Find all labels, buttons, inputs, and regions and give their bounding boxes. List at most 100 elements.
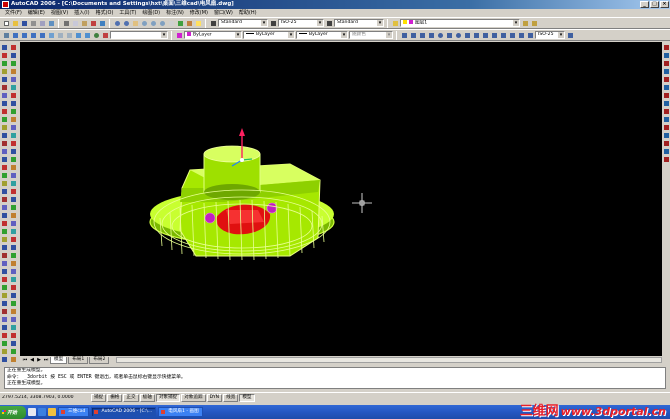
slice-icon[interactable] <box>0 259 8 266</box>
command-line-window[interactable]: 正在重生成模型。 命令： _3dorbit 按 ESC 或 ENTER 键退出，… <box>4 367 666 389</box>
snap-center-icon[interactable] <box>662 83 669 90</box>
quick-dim-icon[interactable] <box>472 31 480 39</box>
snap-toggle[interactable]: 捕捉 <box>91 393 107 402</box>
wireframe-icon[interactable] <box>56 31 64 39</box>
tab-layout2[interactable]: 布局2 <box>89 356 110 364</box>
color-faces-icon[interactable] <box>9 267 17 274</box>
lights-icon[interactable] <box>9 323 17 330</box>
dim-edit-icon[interactable] <box>526 31 534 39</box>
print-preview-icon[interactable] <box>38 19 46 27</box>
ucs-icon[interactable] <box>101 31 109 39</box>
insert-block-icon[interactable] <box>0 131 8 138</box>
open-folder-icon[interactable] <box>11 19 19 27</box>
osnap-settings-icon[interactable] <box>662 155 669 162</box>
setup-view-icon[interactable] <box>0 315 8 322</box>
menu-tools[interactable]: 工具(T) <box>116 9 139 17</box>
drawing-viewport[interactable] <box>20 42 662 356</box>
snap-nearest-icon[interactable] <box>662 139 669 146</box>
clean-icon[interactable] <box>9 299 17 306</box>
mirror-icon[interactable] <box>9 59 17 66</box>
dim-continue-icon[interactable] <box>490 31 498 39</box>
workspace-icon[interactable] <box>2 31 10 39</box>
wedge-icon[interactable] <box>0 227 8 234</box>
copy-faces-icon[interactable] <box>9 259 17 266</box>
setup-profile-icon[interactable] <box>0 323 8 330</box>
ellipse-arc-icon[interactable] <box>0 123 8 130</box>
section-icon[interactable] <box>0 267 8 274</box>
sphere-icon[interactable] <box>0 195 8 202</box>
menu-help[interactable]: 帮助(H) <box>236 9 260 17</box>
save-icon[interactable] <box>20 19 28 27</box>
copy-icon[interactable] <box>71 19 79 27</box>
dim-baseline-icon[interactable] <box>481 31 489 39</box>
background-icon[interactable] <box>9 347 17 354</box>
view-front-icon[interactable] <box>11 31 19 39</box>
make-layer-current-icon[interactable] <box>521 19 529 27</box>
view-right-icon[interactable] <box>38 31 46 39</box>
dim-style-select[interactable]: ISO-25 <box>278 19 324 27</box>
tolerance-icon[interactable] <box>508 31 516 39</box>
3d-rotate-icon[interactable] <box>9 187 17 194</box>
dyn-toggle[interactable]: DYN <box>206 393 223 402</box>
view-select[interactable] <box>110 31 168 39</box>
dim-diameter-icon[interactable] <box>454 31 462 39</box>
redo-icon[interactable] <box>122 19 130 27</box>
delete-faces-icon[interactable] <box>9 235 17 242</box>
snap-parallel-icon[interactable] <box>662 115 669 122</box>
3d-mirror-icon[interactable] <box>9 195 17 202</box>
text-style-select[interactable]: Standard <box>218 19 268 27</box>
menu-file[interactable]: 文件(F) <box>2 9 25 17</box>
center-mark-icon[interactable] <box>517 31 525 39</box>
dim-style-manager-icon[interactable] <box>566 31 574 39</box>
table-icon[interactable] <box>0 179 8 186</box>
gradient-icon[interactable] <box>0 163 8 170</box>
break-at-point-icon[interactable] <box>9 131 17 138</box>
snap-extension-icon[interactable] <box>662 75 669 82</box>
properties-icon[interactable] <box>167 19 175 27</box>
revolve-icon[interactable] <box>0 251 8 258</box>
gouraud-icon[interactable] <box>83 31 91 39</box>
dim-jogged-icon[interactable] <box>445 31 453 39</box>
coordinates-readout[interactable]: 2797.5214, 3308.7903, 0.0000 <box>2 395 90 400</box>
minimize-button[interactable]: _ <box>640 1 649 8</box>
snap-endpoint-icon[interactable] <box>662 43 669 50</box>
task-folder[interactable]: 三维cad <box>58 407 90 417</box>
lineweight-toggle[interactable]: 线宽 <box>223 393 239 402</box>
flat-shade-icon[interactable] <box>74 31 82 39</box>
circle-icon[interactable] <box>0 91 8 98</box>
arc-icon[interactable] <box>0 83 8 90</box>
horizontal-scrollbar[interactable] <box>116 357 662 363</box>
explode-icon[interactable] <box>9 171 17 178</box>
make-block-icon[interactable] <box>0 139 8 146</box>
dim-ordinate-icon[interactable] <box>427 31 435 39</box>
rectangle-icon[interactable] <box>0 75 8 82</box>
rotate-icon[interactable] <box>9 91 17 98</box>
tab-model[interactable]: 模型 <box>50 356 68 364</box>
start-button[interactable]: 开始 <box>0 405 26 419</box>
trim-icon[interactable] <box>9 115 17 122</box>
zoom-previous-icon[interactable] <box>158 19 166 27</box>
model-toggle[interactable]: 模型 <box>239 393 255 402</box>
tab-layout1[interactable]: 布局1 <box>68 356 89 364</box>
show-desktop-icon[interactable] <box>28 408 36 416</box>
color-select[interactable]: ByLayer <box>184 31 242 39</box>
copy-edges-icon[interactable] <box>9 275 17 282</box>
close-button[interactable]: × <box>660 1 669 8</box>
menu-window[interactable]: 窗口(W) <box>211 9 236 17</box>
polygon-icon[interactable] <box>0 67 8 74</box>
color-edges-icon[interactable] <box>9 283 17 290</box>
tool-palettes-icon[interactable] <box>185 19 193 27</box>
break-icon[interactable] <box>9 139 17 146</box>
new-file-icon[interactable] <box>2 19 10 27</box>
menu-modify[interactable]: 修改(M) <box>187 9 211 17</box>
dim-angular-icon[interactable] <box>463 31 471 39</box>
polar-toggle[interactable]: 极轴 <box>139 393 155 402</box>
fog-icon[interactable] <box>9 355 17 362</box>
cone-icon[interactable] <box>0 219 8 226</box>
view-top-icon[interactable] <box>20 31 28 39</box>
menu-dimension[interactable]: 标注(N) <box>163 9 187 17</box>
check-icon[interactable] <box>9 307 17 314</box>
snap-none-icon[interactable] <box>662 147 669 154</box>
menu-format[interactable]: 格式(O) <box>93 9 117 17</box>
task-autocad[interactable]: AutoCAD 2006 - [C:\... <box>91 407 157 417</box>
